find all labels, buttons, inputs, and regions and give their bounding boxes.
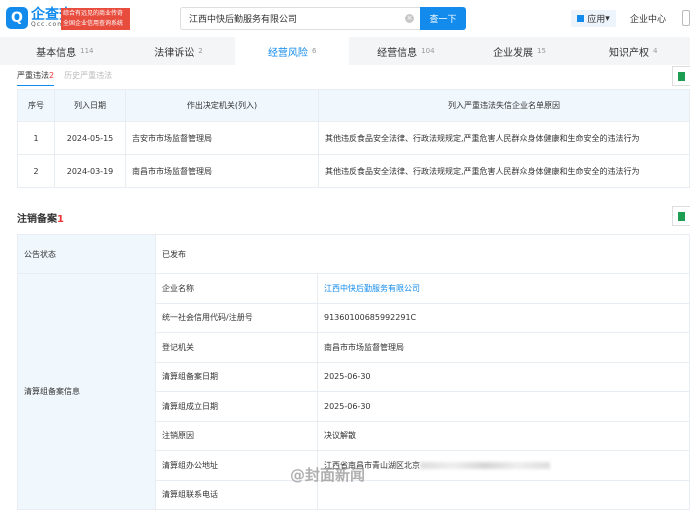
tab-label: 法律诉讼 (154, 47, 195, 59)
tab-ip[interactable]: 知识产权 4 (576, 37, 690, 65)
table-row: 清算组备案信息 企业名称 江西中快后勤服务有限公司 (17, 273, 690, 510)
tab-count: 4 (652, 47, 658, 55)
tab-label: 经营信息 (377, 47, 418, 59)
table-row: 2 2024-03-19 南昌市市场监督管理局 其他违反食品安全法律、行政法规规… (17, 154, 690, 188)
field-value: 决议解散 (317, 420, 690, 451)
slogan-line: 全国企业信用查询系统 (63, 20, 124, 27)
cell-index: 2 (17, 154, 55, 188)
apps-label: 应用 (587, 15, 606, 25)
violations-table: 序号 列入日期 作出决定机关(列入) 列入严重违法失信企业名单原因 1 2024… (17, 89, 690, 188)
apps-icon (577, 15, 585, 22)
tab-count: 15 (537, 47, 546, 55)
cell-date: 2024-03-19 (54, 154, 126, 188)
column-header: 作出决定机关(列入) (125, 89, 319, 122)
subtabs: 严重违法2 历史严重违法 (17, 67, 112, 86)
watermark: @封面新闻 (290, 466, 366, 484)
tab-label: 知识产权 (608, 47, 649, 59)
field-value: 2025-06-30 (317, 391, 690, 422)
apps-button[interactable]: 应用 ▾ (571, 10, 616, 27)
subtab-serious-violation[interactable]: 严重违法2 (17, 67, 55, 86)
table-row: 公告状态 已发布 (17, 234, 690, 274)
field-label: 注销原因 (155, 420, 318, 451)
tab-label: 经营风险 (267, 47, 308, 59)
field-value: 江西省南昌市青山湖区北京 (317, 450, 690, 481)
field-label: 清算组成立日期 (155, 391, 318, 422)
phone-icon[interactable] (682, 10, 690, 26)
main-tabs: 基本信息 114 法律诉讼 2 经营风险 6 经营信息 104 企业发展 15 知识产权 4 (0, 37, 690, 65)
tab-basic-info[interactable]: 基本信息 114 (8, 37, 122, 65)
company-name-link[interactable]: 江西中快后勤服务有限公司 (317, 273, 690, 304)
tab-count: 114 (80, 47, 94, 55)
field-value: 2025-06-30 (317, 361, 690, 392)
field-label: 登记机关 (155, 332, 318, 363)
field-value: 91360100685992291C (317, 302, 690, 333)
table-row: 1 2024-05-15 吉安市市场监督管理局 其他违反食品安全法律、行政法规规… (17, 121, 690, 155)
field-value: 南昌市市场监督管理局 (317, 332, 690, 363)
tab-count: 2 (198, 47, 203, 55)
tab-count: 6 (311, 47, 317, 55)
tab-development[interactable]: 企业发展 15 (463, 37, 577, 65)
cell-date: 2024-05-15 (54, 121, 126, 155)
search-button[interactable]: 查一下 (420, 7, 466, 30)
slogan-line: 综合有远见的商业传奇 (63, 10, 124, 17)
tab-label: 企业发展 (493, 47, 534, 59)
column-header: 序号 (17, 89, 55, 122)
search-value: 江西中快后勤服务有限公司 (189, 15, 298, 25)
slogan-banner: 综合有远见的商业传奇 全国企业信用查询系统 (61, 8, 130, 30)
search-input[interactable]: 江西中快后勤服务有限公司 × (180, 7, 420, 30)
tab-business-info[interactable]: 经营信息 104 (349, 37, 463, 65)
top-header: Q 企查查 Qcc.com 综合有远见的商业传奇 全国企业信用查询系统 江西中快后勤… (0, 0, 690, 37)
tab-count: 104 (421, 47, 435, 55)
field-label: 公告状态 (17, 234, 156, 274)
cell-authority: 南昌市市场监督管理局 (125, 154, 319, 188)
tab-business-risk[interactable]: 经营风险 6 (235, 37, 350, 65)
logo-icon: Q (6, 7, 28, 29)
cell-reason: 其他违反食品安全法律、行政法规规定,严重危害人民群众身体健康和生命安全的违法行为 (318, 154, 690, 188)
excel-export-icon[interactable] (672, 206, 690, 226)
enterprise-center-link[interactable]: 企业中心 (630, 12, 666, 25)
group-label: 清算组备案信息 (17, 273, 156, 510)
cell-reason: 其他违反食品安全法律、行政法规规定,严重危害人民群众身体健康和生命安全的违法行为 (318, 121, 690, 155)
section-title-text: 注销备案 (17, 214, 57, 225)
field-label: 企业名称 (155, 273, 318, 304)
field-label: 统一社会信用代码/注册号 (155, 302, 318, 333)
caret-down-icon: ▾ (605, 13, 610, 24)
tab-label: 基本信息 (36, 47, 77, 59)
cell-authority: 吉安市市场监督管理局 (125, 121, 319, 155)
field-label: 清算组备案日期 (155, 361, 318, 392)
tab-legal[interactable]: 法律诉讼 2 (122, 37, 236, 65)
section-count: 1 (57, 214, 64, 225)
clear-icon[interactable]: × (405, 14, 414, 23)
excel-export-icon[interactable] (672, 66, 690, 86)
column-header: 列入日期 (54, 89, 126, 122)
redacted-text (420, 461, 550, 469)
subtab-label: 严重违法 (17, 71, 49, 80)
subtab-count: 2 (49, 71, 55, 80)
column-header: 列入严重违法失信企业名单原因 (318, 89, 690, 122)
subtab-history[interactable]: 历史严重违法 (64, 67, 112, 86)
section-title-cancellation: 注销备案1 (17, 210, 64, 225)
field-value: 已发布 (155, 234, 690, 274)
cell-index: 1 (17, 121, 55, 155)
table-header: 序号 列入日期 作出决定机关(列入) 列入严重违法失信企业名单原因 (17, 89, 690, 122)
